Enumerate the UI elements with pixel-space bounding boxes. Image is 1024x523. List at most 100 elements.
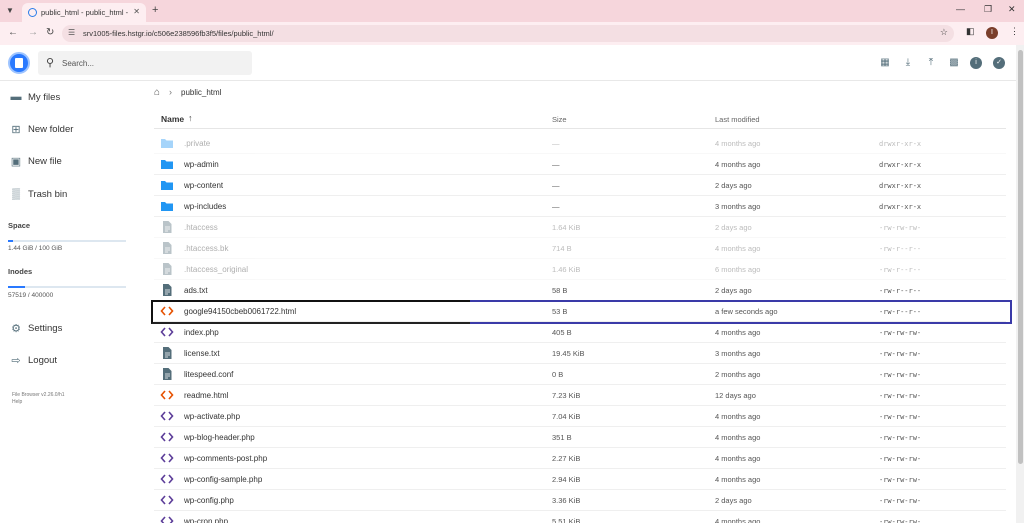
sidebar-item-logout[interactable]: ⇨ Logout	[10, 352, 135, 370]
maximize-icon[interactable]: ❐	[984, 4, 992, 15]
name-column-header[interactable]: Name	[161, 114, 184, 124]
sidebar-item-my-files[interactable]: ▬ My files	[10, 89, 135, 107]
file-permissions: -rw-r--r--	[879, 245, 922, 253]
file-size: 2.27 KiB	[552, 454, 581, 463]
file-permissions: drwxr-xr-x	[879, 140, 922, 148]
file-size: 5.51 KiB	[552, 517, 581, 523]
download-icon[interactable]: ⤓	[902, 57, 914, 69]
chart-icon[interactable]: ▩	[948, 57, 960, 69]
upload-icon[interactable]: ⤒	[925, 57, 937, 69]
version-text[interactable]: File Browser v2.26.0/h1	[12, 392, 65, 398]
minimize-icon[interactable]: —	[956, 4, 965, 14]
bookmark-star-icon[interactable]: ☆	[940, 27, 948, 38]
file-modified: 2 days ago	[715, 496, 752, 505]
file-row[interactable]: ads.txt 58 B 2 days ago -rw-r--r--	[154, 280, 1006, 301]
code-file-icon	[160, 493, 174, 507]
reload-icon[interactable]: ↻	[46, 27, 54, 38]
file-size: —	[552, 160, 560, 169]
file-row[interactable]: wp-admin — 4 months ago drwxr-xr-x	[154, 154, 1006, 175]
file-icon	[160, 220, 174, 234]
listing-header: Name ↑ Size Last modified	[154, 109, 1006, 129]
file-name: wp-cron.php	[184, 517, 229, 523]
file-permissions: -rw-r--r--	[879, 287, 922, 295]
file-row[interactable]: readme.html 7.23 KiB 12 days ago -rw-rw-rw-	[154, 385, 1006, 406]
sidebar-item-new-file[interactable]: ▣ New file	[10, 153, 135, 171]
file-row[interactable]: .htaccess.bk 714 B 4 months ago -rw-r--r--	[154, 238, 1006, 259]
code-file-icon	[160, 451, 174, 465]
browser-tab[interactable]: public_html - public_html - File ✕	[22, 3, 146, 22]
info-icon[interactable]: i	[970, 57, 982, 69]
tab-close-icon[interactable]: ✕	[133, 7, 140, 16]
file-modified: 4 months ago	[715, 328, 761, 337]
file-row[interactable]: wp-cron.php 5.51 KiB 4 months ago -rw-rw-rw…	[154, 511, 1006, 523]
file-permissions: -rw-rw-rw-	[879, 455, 922, 463]
file-row[interactable]: wp-comments-post.php 2.27 KiB 4 months ago…	[154, 448, 1006, 469]
add-folder-icon: ⊞	[11, 124, 21, 136]
file-name: wp-includes	[184, 202, 227, 211]
search-input[interactable]	[62, 56, 242, 70]
file-size: 1.64 KiB	[552, 223, 581, 232]
gear-icon: ⚙	[11, 323, 21, 335]
sidebar-item-label: My files	[28, 92, 61, 103]
file-size: 3.36 KiB	[552, 496, 581, 505]
file-permissions: -rw-rw-rw-	[879, 476, 922, 484]
sidebar-item-trash-bin[interactable]: ▒ Trash bin	[10, 186, 135, 204]
grid-view-icon[interactable]: ▦	[879, 57, 891, 69]
check-icon[interactable]: ✓	[993, 57, 1005, 69]
file-row[interactable]: wp-blog-header.php 351 B 4 months ago -rw-r…	[154, 427, 1006, 448]
address-bar[interactable]: ☰ srv1005-files.hstgr.io/c506e238596fb3f…	[62, 25, 954, 42]
file-icon	[160, 241, 174, 255]
file-row[interactable]: wp-content — 2 days ago drwxr-xr-x	[154, 175, 1006, 196]
file-row[interactable]: wp-config.php 3.36 KiB 2 days ago -rw-rw-rw…	[154, 490, 1006, 511]
url-text[interactable]: srv1005-files.hstgr.io/c506e238596fb3f5/…	[83, 29, 274, 38]
file-row[interactable]: license.txt 19.45 KiB 3 months ago -rw-rw-r…	[154, 343, 1006, 364]
file-name: license.txt	[184, 349, 220, 358]
code-file-icon	[160, 409, 174, 423]
file-size: —	[552, 139, 560, 148]
file-browser-logo[interactable]	[8, 52, 30, 74]
browser-menu-icon[interactable]: ⋮	[1010, 26, 1019, 37]
file-row[interactable]: wp-activate.php 7.04 KiB 4 months ago -rw-r…	[154, 406, 1006, 427]
inodes-usage-text: 57519 / 400000	[8, 292, 54, 299]
file-row[interactable]: index.php 405 B 4 months ago -rw-rw-rw-	[154, 322, 1006, 343]
profile-avatar[interactable]: I	[986, 27, 998, 39]
size-column-header[interactable]: Size	[552, 115, 567, 124]
scrollbar-thumb[interactable]	[1018, 50, 1023, 464]
chevron-right-icon: ›	[169, 87, 172, 97]
site-info-icon[interactable]: ☰	[68, 28, 75, 37]
tab-search-icon[interactable]: ▼	[6, 6, 14, 15]
file-row[interactable]: .htaccess 1.64 KiB 2 days ago -rw-rw-rw-	[154, 217, 1006, 238]
sort-arrow-up-icon[interactable]: ↑	[188, 113, 193, 123]
file-permissions: -rw-r--r--	[879, 266, 922, 274]
search-box[interactable]: ⚲	[38, 51, 252, 75]
tab-favicon-icon	[28, 8, 37, 17]
home-icon[interactable]: ⌂	[154, 87, 160, 98]
file-permissions: -rw-rw-rw-	[879, 371, 922, 379]
selected-row-outline-right	[470, 300, 1012, 324]
sidebar-item-settings[interactable]: ⚙ Settings	[10, 320, 135, 338]
file-modified: 4 months ago	[715, 433, 761, 442]
file-row[interactable]: wp-config-sample.php 2.94 KiB 4 months ago…	[154, 469, 1006, 490]
modified-column-header[interactable]: Last modified	[715, 115, 760, 124]
browser-toolbar: ← → ↻ ☰ srv1005-files.hstgr.io/c506e2385…	[0, 22, 1024, 45]
file-modified: 4 months ago	[715, 139, 761, 148]
file-row[interactable]: wp-includes — 3 months ago drwxr-xr-x	[154, 196, 1006, 217]
file-name: .private	[184, 139, 211, 148]
sidebar-item-new-folder[interactable]: ⊞ New folder	[10, 121, 135, 139]
file-modified: 2 days ago	[715, 181, 752, 190]
breadcrumb-folder[interactable]: public_html	[181, 88, 221, 97]
sidebar: ▬ My files ⊞ New folder ▣ New file ▒ Tra…	[0, 81, 140, 523]
file-size: 0 B	[552, 370, 564, 379]
new-tab-icon[interactable]: +	[152, 4, 158, 16]
file-row[interactable]: .htaccess_original 1.46 KiB 6 months ago -r…	[154, 259, 1006, 280]
forward-icon[interactable]: →	[28, 27, 38, 38]
file-row[interactable]: litespeed.conf 0 B 2 months ago -rw-rw-rw-	[154, 364, 1006, 385]
file-permissions: -rw-rw-rw-	[879, 350, 922, 358]
side-panel-icon[interactable]: ◧	[966, 26, 975, 37]
file-name: index.php	[184, 328, 219, 337]
file-name: readme.html	[184, 391, 229, 400]
back-icon[interactable]: ←	[8, 27, 18, 38]
help-link[interactable]: Help	[12, 399, 22, 405]
file-row[interactable]: .private — 4 months ago drwxr-xr-x	[154, 133, 1006, 154]
window-close-icon[interactable]: ✕	[1008, 4, 1016, 15]
